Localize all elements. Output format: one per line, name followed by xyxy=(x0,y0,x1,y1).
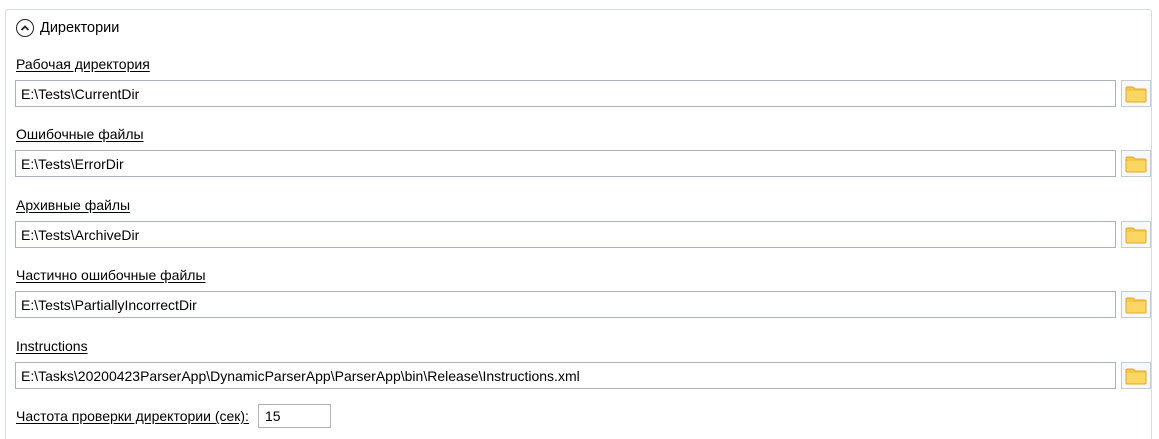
archive-files-browse-button[interactable] xyxy=(1121,221,1151,248)
error-files-input[interactable] xyxy=(15,150,1116,177)
section-title: Директории xyxy=(40,20,120,36)
partially-incorrect-files-input[interactable] xyxy=(15,291,1116,318)
section-header: Директории xyxy=(16,17,119,39)
error-files-browse-button[interactable] xyxy=(1121,150,1151,177)
instructions-input[interactable] xyxy=(15,362,1116,389)
folder-icon xyxy=(1125,297,1147,313)
working-dir-input[interactable] xyxy=(15,80,1116,107)
folder-icon xyxy=(1125,86,1147,102)
instructions-label: Instructions xyxy=(16,338,88,354)
working-dir-label: Рабочая директория xyxy=(16,56,150,72)
frequency-input[interactable] xyxy=(257,404,331,428)
folder-icon xyxy=(1125,227,1147,243)
frequency-label: Частота проверки директории (сек): xyxy=(16,408,249,424)
error-files-label: Ошибочные файлы xyxy=(16,126,144,142)
archive-files-label: Архивные файлы xyxy=(16,197,131,213)
partially-incorrect-files-label: Частично ошибочные файлы xyxy=(16,267,206,283)
folder-icon xyxy=(1125,156,1147,172)
partially-incorrect-files-browse-button[interactable] xyxy=(1121,291,1151,318)
instructions-browse-button[interactable] xyxy=(1121,362,1151,389)
frequency-row: Частота проверки директории (сек): xyxy=(16,404,331,428)
archive-files-input[interactable] xyxy=(15,221,1116,248)
chevron-up-circle-icon[interactable] xyxy=(16,19,34,37)
folder-icon xyxy=(1125,368,1147,384)
working-dir-browse-button[interactable] xyxy=(1121,80,1151,107)
